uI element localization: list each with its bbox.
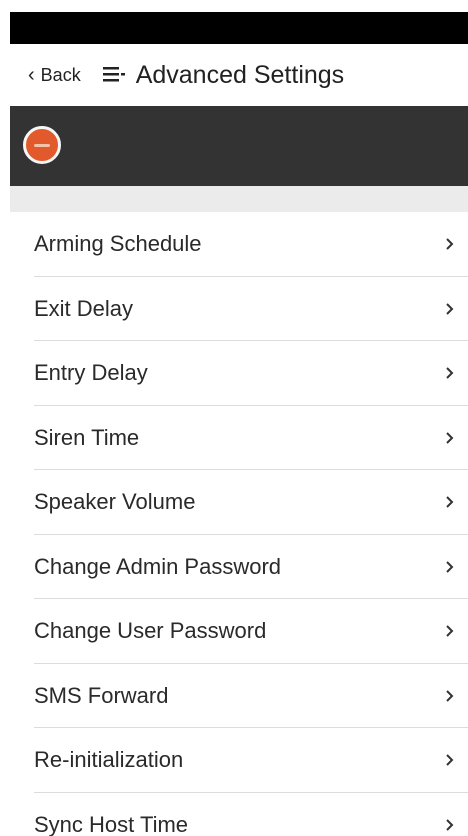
item-label: Change User Password [34, 618, 267, 644]
nav-header: ‹ Back Advanced Settings [10, 44, 468, 107]
title-group: Advanced Settings [102, 60, 345, 90]
chevron-right-icon [446, 303, 454, 315]
chevron-right-icon [446, 690, 454, 702]
app-screen: ‹ Back Advanced Settings Arming Schedule… [0, 0, 468, 836]
settings-item-change-user-password[interactable]: Change User Password [10, 599, 468, 664]
chevron-right-icon [446, 238, 454, 250]
item-label: Sync Host Time [34, 811, 189, 836]
settings-item-exit-delay[interactable]: Exit Delay [10, 277, 468, 342]
item-label: Arming Schedule [34, 231, 202, 257]
chevron-right-icon [446, 754, 454, 766]
page-title: Advanced Settings [135, 60, 345, 89]
back-button[interactable]: ‹ Back [28, 65, 81, 86]
settings-item-sync-host-time[interactable]: Sync Host Time [10, 793, 468, 836]
item-label: Siren Time [34, 424, 140, 450]
item-label: SMS Forward [34, 682, 169, 708]
settings-item-siren-time[interactable]: Siren Time [10, 406, 468, 471]
section-spacer [10, 186, 468, 212]
brand-logo [23, 126, 61, 164]
status-bar [10, 12, 468, 44]
item-label: Change Admin Password [34, 553, 282, 579]
item-label: Re-initialization [34, 747, 184, 773]
item-label: Entry Delay [34, 360, 148, 386]
settings-list: Arming Schedule Exit Delay Entry Delay S… [10, 212, 468, 836]
item-label: Speaker Volume [34, 489, 196, 515]
chevron-right-icon [446, 496, 454, 508]
settings-item-arming-schedule[interactable]: Arming Schedule [10, 212, 468, 277]
chevron-right-icon [446, 561, 454, 573]
chevron-right-icon [446, 819, 454, 831]
settings-item-sms-forward[interactable]: SMS Forward [10, 664, 468, 729]
chevron-left-icon: ‹ [28, 64, 35, 86]
back-label: Back [40, 64, 81, 85]
brand-bar [10, 106, 468, 186]
item-label: Exit Delay [34, 295, 134, 321]
menu-icon[interactable] [102, 66, 127, 84]
settings-item-re-initialization[interactable]: Re-initialization [10, 728, 468, 793]
settings-item-entry-delay[interactable]: Entry Delay [10, 341, 468, 406]
chevron-right-icon [446, 625, 454, 637]
chevron-right-icon [446, 367, 454, 379]
chevron-right-icon [446, 432, 454, 444]
settings-item-speaker-volume[interactable]: Speaker Volume [10, 470, 468, 535]
settings-item-change-admin-password[interactable]: Change Admin Password [10, 535, 468, 600]
logo-mark [34, 144, 50, 147]
